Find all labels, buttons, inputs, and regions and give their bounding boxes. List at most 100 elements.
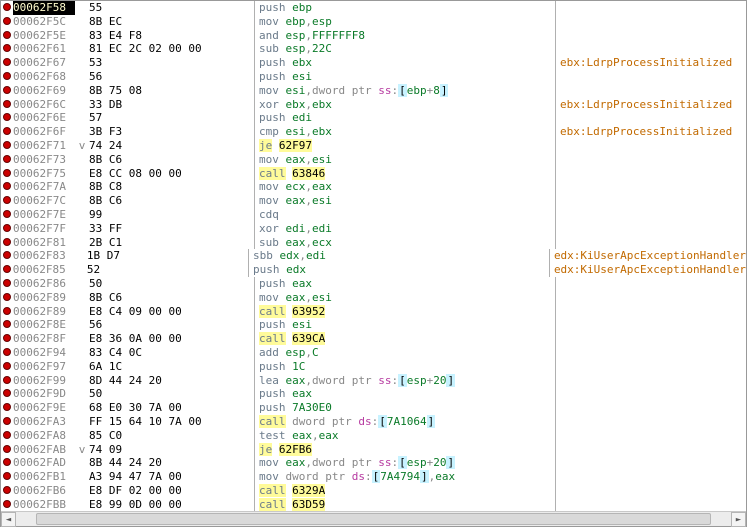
breakpoint-gutter[interactable] xyxy=(1,305,13,319)
breakpoint-gutter[interactable] xyxy=(1,263,13,277)
comment-cell[interactable] xyxy=(556,346,746,360)
comment-cell[interactable] xyxy=(556,387,746,401)
comment-cell[interactable] xyxy=(556,15,746,29)
breakpoint-gutter[interactable] xyxy=(1,360,13,374)
disasm-row[interactable]: 00062FA885 C0test eax,eax xyxy=(1,429,746,443)
address-cell[interactable]: 00062F83 xyxy=(13,249,74,263)
disasm-row[interactable]: 00062F7F33 FFxor edi,edi xyxy=(1,222,746,236)
breakpoint-icon[interactable] xyxy=(3,403,11,411)
breakpoint-gutter[interactable] xyxy=(1,332,13,346)
breakpoint-gutter[interactable] xyxy=(1,125,13,139)
comment-cell[interactable] xyxy=(556,401,746,415)
comment-cell[interactable] xyxy=(556,70,746,84)
breakpoint-gutter[interactable] xyxy=(1,401,13,415)
comment-cell[interactable] xyxy=(556,29,746,43)
breakpoint-gutter[interactable] xyxy=(1,29,13,43)
breakpoint-gutter[interactable] xyxy=(1,415,13,429)
disasm-row[interactable]: 00062F976A 1Cpush 1C xyxy=(1,360,746,374)
scroll-left-button[interactable]: ◄ xyxy=(1,512,16,527)
breakpoint-icon[interactable] xyxy=(3,472,11,480)
disasm-row[interactable]: 00062F6753push ebxebx:LdrpProcessInitial… xyxy=(1,56,746,70)
comment-cell[interactable]: edx:KiUserApcExceptionHandler xyxy=(550,263,746,277)
address-cell[interactable]: 00062F5E xyxy=(13,29,75,43)
horizontal-scrollbar[interactable]: ◄ ► xyxy=(1,511,746,526)
comment-cell[interactable] xyxy=(556,236,746,250)
comment-cell[interactable] xyxy=(556,305,746,319)
breakpoint-icon[interactable] xyxy=(3,376,11,384)
disasm-row[interactable]: 00062F5E83 E4 F8and esp,FFFFFFF8 xyxy=(1,29,746,43)
breakpoint-gutter[interactable] xyxy=(1,484,13,498)
address-cell[interactable]: 00062F75 xyxy=(13,167,75,181)
address-cell[interactable]: 00062FA8 xyxy=(13,429,75,443)
breakpoint-gutter[interactable] xyxy=(1,1,13,15)
breakpoint-icon[interactable] xyxy=(3,155,11,163)
breakpoint-icon[interactable] xyxy=(3,113,11,121)
comment-cell[interactable]: ebx:LdrpProcessInitialized xyxy=(556,98,746,112)
breakpoint-icon[interactable] xyxy=(3,17,11,25)
comment-cell[interactable] xyxy=(556,456,746,470)
breakpoint-gutter[interactable] xyxy=(1,208,13,222)
breakpoint-icon[interactable] xyxy=(3,86,11,94)
disasm-row[interactable]: 00062F898B C6mov eax,esi xyxy=(1,291,746,305)
address-cell[interactable]: 00062F86 xyxy=(13,277,75,291)
disasm-row[interactable]: 00062FA3FF 15 64 10 7A 00call dword ptr … xyxy=(1,415,746,429)
breakpoint-gutter[interactable] xyxy=(1,42,13,56)
disasm-row[interactable]: 00062F8E56push esi xyxy=(1,318,746,332)
address-cell[interactable]: 00062F7A xyxy=(13,180,75,194)
disasm-row[interactable]: 00062FAD8B 44 24 20mov eax,dword ptr ss:… xyxy=(1,456,746,470)
comment-cell[interactable]: edx:KiUserApcExceptionHandler xyxy=(550,249,746,263)
comment-cell[interactable] xyxy=(556,374,746,388)
breakpoint-icon[interactable] xyxy=(3,251,11,259)
address-cell[interactable]: 00062F9D xyxy=(13,387,75,401)
address-cell[interactable]: 00062F8E xyxy=(13,318,75,332)
comment-cell[interactable] xyxy=(556,484,746,498)
disasm-row[interactable]: 00062F75E8 CC 08 00 00call 63846 xyxy=(1,167,746,181)
breakpoint-icon[interactable] xyxy=(3,224,11,232)
disasm-row[interactable]: 00062F7A8B C8mov ecx,eax xyxy=(1,180,746,194)
breakpoint-icon[interactable] xyxy=(3,307,11,315)
address-cell[interactable]: 00062F8F xyxy=(13,332,75,346)
breakpoint-icon[interactable] xyxy=(3,348,11,356)
breakpoint-icon[interactable] xyxy=(3,58,11,66)
breakpoint-icon[interactable] xyxy=(3,265,11,273)
comment-cell[interactable] xyxy=(556,318,746,332)
scroll-track[interactable] xyxy=(16,512,731,526)
breakpoint-gutter[interactable] xyxy=(1,139,13,153)
address-cell[interactable]: 00062F71 xyxy=(13,139,75,153)
address-cell[interactable]: 00062F6C xyxy=(13,98,75,112)
comment-cell[interactable] xyxy=(556,111,746,125)
disasm-row[interactable]: 00062F6F3B F3cmp esi,ebxebx:LdrpProcessI… xyxy=(1,125,746,139)
breakpoint-icon[interactable] xyxy=(3,72,11,80)
disasm-row[interactable]: 00062F5C8B ECmov ebp,esp xyxy=(1,15,746,29)
disasm-row[interactable]: 00062F8552push edxedx:KiUserApcException… xyxy=(1,263,746,277)
breakpoint-gutter[interactable] xyxy=(1,456,13,470)
breakpoint-icon[interactable] xyxy=(3,210,11,218)
breakpoint-icon[interactable] xyxy=(3,182,11,190)
breakpoint-gutter[interactable] xyxy=(1,84,13,98)
breakpoint-gutter[interactable] xyxy=(1,443,13,457)
disasm-row[interactable]: 00062F998D 44 24 20lea eax,dword ptr ss:… xyxy=(1,374,746,388)
breakpoint-gutter[interactable] xyxy=(1,70,13,84)
address-cell[interactable]: 00062F73 xyxy=(13,153,75,167)
breakpoint-icon[interactable] xyxy=(3,431,11,439)
disasm-row[interactable]: 00062F9483 C4 0Cadd esp,C xyxy=(1,346,746,360)
breakpoint-gutter[interactable] xyxy=(1,291,13,305)
address-cell[interactable]: 00062FBB xyxy=(13,498,75,511)
comment-cell[interactable] xyxy=(556,470,746,484)
scroll-thumb[interactable] xyxy=(36,513,711,525)
comment-cell[interactable] xyxy=(556,415,746,429)
disasm-row[interactable]: 00062F89E8 C4 09 00 00call 63952 xyxy=(1,305,746,319)
address-cell[interactable]: 00062FB1 xyxy=(13,470,75,484)
address-cell[interactable]: 00062F7F xyxy=(13,222,75,236)
disasm-row[interactable]: 00062F6E57push edi xyxy=(1,111,746,125)
breakpoint-icon[interactable] xyxy=(3,445,11,453)
disasm-row[interactable]: 00062F8650push eax xyxy=(1,277,746,291)
breakpoint-icon[interactable] xyxy=(3,100,11,108)
address-cell[interactable]: 00062F58 xyxy=(13,1,75,15)
disasm-row[interactable]: 00062F831B D7sbb edx,ediedx:KiUserApcExc… xyxy=(1,249,746,263)
address-cell[interactable]: 00062F89 xyxy=(13,291,75,305)
disasm-row[interactable]: 00062FBBE8 99 0D 00 00call 63D59 xyxy=(1,498,746,511)
address-cell[interactable]: 00062F89 xyxy=(13,305,75,319)
breakpoint-icon[interactable] xyxy=(3,238,11,246)
comment-cell[interactable] xyxy=(556,1,746,15)
